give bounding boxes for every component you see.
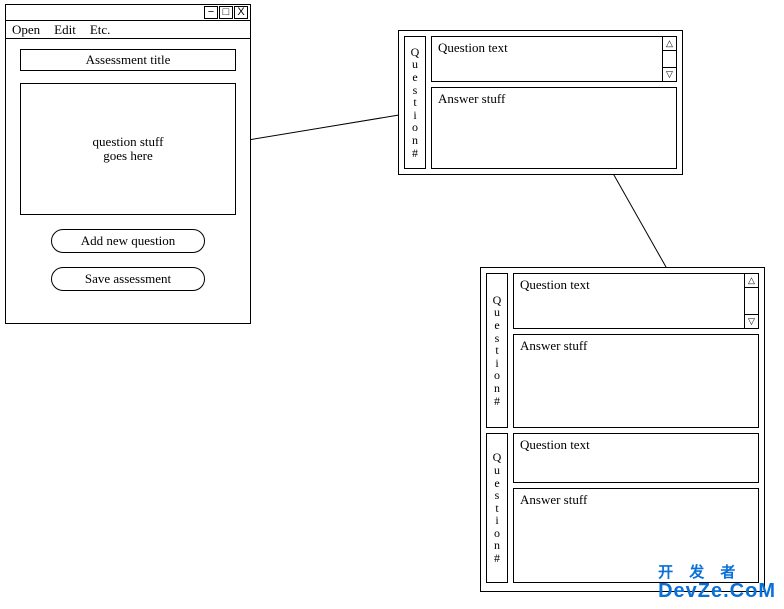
question-text-value: Question text — [438, 40, 508, 55]
editor-body: Assessment title question stuff goes her… — [6, 39, 250, 301]
save-assessment-button[interactable]: Save assessment — [51, 267, 205, 291]
scrollbar[interactable]: △ ▽ — [744, 274, 758, 328]
answer-area[interactable]: Answer stuff — [431, 87, 677, 169]
question-text-input[interactable]: Question text △ ▽ — [513, 273, 759, 329]
question-card: Q u e s t i o n # Question text Answer s… — [486, 433, 759, 583]
question-card-right: Question text Answer stuff — [513, 433, 759, 583]
question-card: Q u e s t i o n # Question text △ ▽ Answ… — [486, 273, 759, 428]
answer-text-value: Answer stuff — [520, 492, 587, 507]
scroll-down-icon[interactable]: ▽ — [745, 314, 758, 328]
question-detail-panel-single: Q u e s t i o n # Question text △ ▽ Answ… — [398, 30, 683, 175]
assessment-editor-window: − □ X Open Edit Etc. Assessment title qu… — [5, 4, 251, 324]
watermark-en: DevZe.CoM — [658, 580, 776, 602]
assessment-title-input[interactable]: Assessment title — [20, 49, 236, 71]
question-number-label: Q u e s t i o n # — [486, 273, 508, 428]
question-detail-panel-list: Q u e s t i o n # Question text △ ▽ Answ… — [480, 267, 765, 592]
question-card-right: Question text △ ▽ Answer stuff — [431, 36, 677, 169]
question-content-placeholder: question stuff goes here — [93, 135, 164, 164]
menu-etc[interactable]: Etc. — [90, 22, 111, 38]
scrollbar[interactable]: △ ▽ — [662, 37, 676, 81]
answer-text-value: Answer stuff — [438, 91, 505, 106]
assessment-title-text: Assessment title — [86, 52, 171, 68]
save-assessment-label: Save assessment — [85, 271, 171, 287]
question-text-value: Question text — [520, 437, 590, 452]
question-card: Q u e s t i o n # Question text △ ▽ Answ… — [404, 36, 677, 169]
add-new-question-label: Add new question — [81, 233, 176, 249]
menu-open[interactable]: Open — [12, 22, 40, 38]
scroll-up-icon[interactable]: △ — [745, 274, 758, 288]
question-content-area[interactable]: question stuff goes here — [20, 83, 236, 215]
scroll-down-icon[interactable]: ▽ — [663, 67, 676, 81]
answer-area[interactable]: Answer stuff — [513, 334, 759, 428]
watermark: 开 发 者 DevZe.CoM — [658, 565, 776, 603]
question-number-label: Q u e s t i o n # — [486, 433, 508, 583]
answer-text-value: Answer stuff — [520, 338, 587, 353]
menu-edit[interactable]: Edit — [54, 22, 76, 38]
question-text-input[interactable]: Question text — [513, 433, 759, 483]
window-titlebar: − □ X — [6, 5, 250, 21]
question-number-label: Q u e s t i o n # — [404, 36, 426, 169]
watermark-cn: 开 发 者 — [658, 565, 776, 580]
menubar: Open Edit Etc. — [6, 21, 250, 39]
question-text-input[interactable]: Question text △ ▽ — [431, 36, 677, 82]
add-new-question-button[interactable]: Add new question — [51, 229, 205, 253]
close-button[interactable]: X — [234, 6, 248, 19]
question-text-value: Question text — [520, 277, 590, 292]
scroll-up-icon[interactable]: △ — [663, 37, 676, 51]
minimize-button[interactable]: − — [204, 6, 218, 19]
maximize-button[interactable]: □ — [219, 6, 233, 19]
question-card-right: Question text △ ▽ Answer stuff — [513, 273, 759, 428]
